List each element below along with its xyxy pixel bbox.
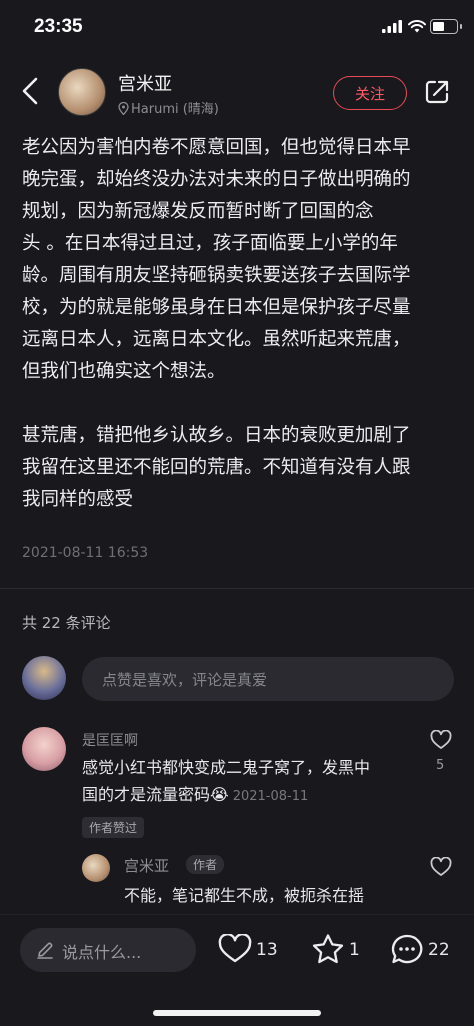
comment-input-placeholder: 点赞是喜欢，评论是真爱: [102, 671, 268, 689]
follow-button[interactable]: 关注: [333, 76, 407, 110]
comment-like-count: 5: [436, 758, 445, 773]
say-something-input[interactable]: 说点什么...: [20, 928, 196, 972]
comment-date: 2021-08-11: [232, 789, 309, 804]
comment-line-with-date: 国的才是流量密码😭 2021-08-11: [82, 781, 412, 810]
comment-line: 国的才是流量密码: [82, 785, 211, 804]
star-icon[interactable]: [311, 933, 345, 965]
commenter-name[interactable]: 是匡匡啊: [82, 730, 138, 750]
my-avatar: [22, 656, 66, 700]
divider: [0, 588, 474, 589]
author-location: Harumi (晴海): [118, 98, 219, 117]
comment-input[interactable]: 点赞是喜欢，评论是真爱: [82, 657, 454, 701]
post-line: 远离日本人，远离日本文化。虽然听起来荒唐，: [22, 329, 411, 350]
location-pin-icon: [118, 101, 129, 116]
heart-icon[interactable]: [430, 730, 452, 750]
status-time: 23:35: [34, 16, 83, 37]
home-indicator[interactable]: [153, 1010, 321, 1016]
comment-bubble-icon[interactable]: [390, 933, 424, 965]
post-content: 老公因为害怕内卷不愿意回国，但也觉得日本早 晚完蛋，却始终没办法对未来的日子做出明…: [22, 132, 462, 516]
post-line: 龄。周围有朋友坚持砸锅卖铁要送孩子去国际学: [22, 265, 411, 286]
post-line: 规划，因为新冠爆发反而暂时断了回国的念: [22, 201, 374, 222]
pencil-icon: [37, 942, 53, 959]
post-line: [22, 388, 462, 420]
reply-text[interactable]: 不能，笔记都生不成，被扼杀在摇: [124, 882, 364, 906]
battery-icon: [430, 19, 462, 34]
wifi-icon: [408, 20, 426, 33]
post-line: 晚完蛋，却始终没办法对未来的日子做出明确的: [22, 169, 411, 190]
crying-emoji: 😭: [210, 785, 229, 804]
author-badge: 作者: [186, 855, 225, 874]
share-icon[interactable]: [424, 79, 450, 105]
post-line: 校，为的就是能够虽身在日本但是保护孩子尽量: [22, 297, 411, 318]
post-line: 我同样的感受: [22, 489, 134, 510]
like-count: 13: [256, 940, 278, 960]
post-line: 头 。在日本得过且过，孩子面临要上小学的年: [22, 233, 398, 254]
comment-count: 22: [428, 940, 450, 960]
comment-line: 感觉小红书都快变成二鬼子窝了，发黑中: [82, 758, 371, 777]
reply-avatar[interactable]: [82, 854, 110, 882]
star-count: 1: [349, 940, 360, 960]
cellular-signal-icon: [382, 20, 402, 33]
author-name[interactable]: 宫米亚: [118, 70, 172, 96]
post-date: 2021-08-11 16:53: [22, 545, 149, 561]
reply-user-name[interactable]: 宫米亚: [124, 855, 169, 876]
post-line: 老公因为害怕内卷不愿意回国，但也觉得日本早: [22, 137, 411, 158]
comment-text[interactable]: 感觉小红书都快变成二鬼子窝了，发黑中 国的才是流量密码😭 2021-08-11: [82, 754, 412, 810]
author-liked-badge: 作者赞过: [82, 817, 145, 838]
post-line: 我留在这里还不能回的荒唐。不知道有没有人跟: [22, 457, 411, 478]
heart-icon[interactable]: [430, 857, 452, 877]
location-label: Harumi (晴海): [131, 102, 219, 117]
say-something-placeholder: 说点什么...: [62, 943, 142, 962]
back-arrow-icon[interactable]: [18, 76, 44, 106]
author-avatar[interactable]: [58, 68, 106, 116]
post-line: 甚荒唐，错把他乡认故乡。日本的衰败更加剧了: [22, 425, 411, 446]
comments-count: 共 22 条评论: [22, 614, 111, 632]
commenter-avatar[interactable]: [22, 727, 66, 771]
post-line: 但我们也确实这个想法。: [22, 361, 226, 382]
like-icon[interactable]: [218, 934, 252, 964]
